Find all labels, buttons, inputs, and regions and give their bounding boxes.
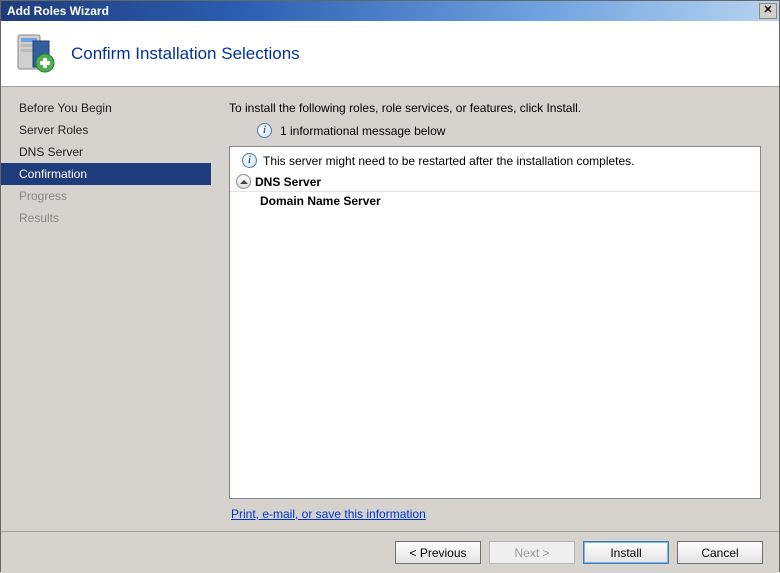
info-count-text: 1 informational message below (280, 124, 445, 138)
cancel-button[interactable]: Cancel (677, 541, 763, 564)
wizard-icon (15, 33, 57, 75)
nav-sidebar: Before You Begin Server Roles DNS Server… (1, 87, 211, 531)
restart-message: This server might need to be restarted a… (263, 154, 635, 168)
window-title: Add Roles Wizard (7, 4, 109, 18)
intro-text: To install the following roles, role ser… (229, 101, 761, 115)
role-subitem: Domain Name Server (230, 192, 760, 210)
chevron-up-icon[interactable] (236, 174, 251, 189)
close-button[interactable]: ✕ (759, 3, 777, 19)
role-heading-row[interactable]: DNS Server (230, 172, 760, 192)
titlebar[interactable]: Add Roles Wizard ✕ (1, 1, 779, 21)
page-title: Confirm Installation Selections (71, 44, 300, 64)
wizard-footer: < Previous Next > Install Cancel (1, 531, 779, 573)
next-button: Next > (489, 541, 575, 564)
info-summary: i 1 informational message below (229, 123, 761, 138)
previous-button[interactable]: < Previous (395, 541, 481, 564)
print-email-save-link[interactable]: Print, e-mail, or save this information (231, 507, 426, 521)
wizard-header: Confirm Installation Selections (1, 21, 779, 87)
save-link-row: Print, e-mail, or save this information (229, 499, 761, 521)
nav-progress: Progress (1, 185, 211, 207)
info-icon: i (257, 123, 272, 138)
nav-before-you-begin[interactable]: Before You Begin (1, 97, 211, 119)
restart-message-row: i This server might need to be restarted… (230, 151, 760, 172)
wizard-body: Before You Begin Server Roles DNS Server… (1, 87, 779, 531)
role-heading: DNS Server (255, 175, 321, 189)
nav-server-roles[interactable]: Server Roles (1, 119, 211, 141)
info-icon: i (242, 153, 257, 168)
install-button[interactable]: Install (583, 541, 669, 564)
nav-dns-server[interactable]: DNS Server (1, 141, 211, 163)
selections-box: i This server might need to be restarted… (229, 146, 761, 499)
nav-results: Results (1, 207, 211, 229)
nav-confirmation[interactable]: Confirmation (1, 163, 211, 185)
main-panel: To install the following roles, role ser… (211, 87, 779, 531)
